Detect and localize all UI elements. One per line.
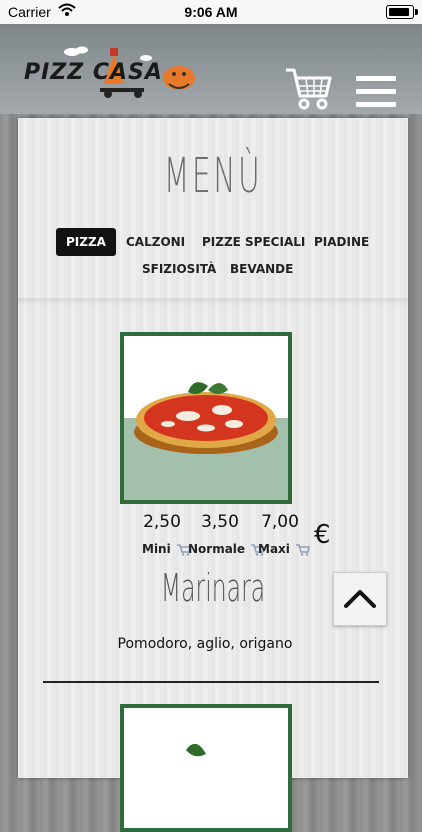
price-mini: 2,50 bbox=[143, 512, 181, 532]
battery-icon bbox=[386, 5, 418, 19]
price-maxi: 7,00 bbox=[261, 512, 299, 532]
header: PIZZ CASA bbox=[0, 24, 422, 114]
tab-pizza[interactable]: PIZZA bbox=[56, 228, 116, 256]
status-time: 9:06 AM bbox=[184, 4, 238, 20]
logo[interactable]: PIZZ CASA bbox=[24, 44, 199, 106]
chevron-up-icon bbox=[344, 590, 376, 608]
tab-piadine[interactable]: PIADINE bbox=[304, 228, 379, 256]
product-name: Marinara bbox=[160, 566, 266, 610]
product-separator bbox=[43, 681, 379, 683]
tab-calzoni[interactable]: CALZONI bbox=[116, 228, 195, 256]
tab-pizze-speciali[interactable]: PIZZE SPECIALI bbox=[192, 228, 315, 256]
currency-symbol: € bbox=[314, 520, 331, 550]
size-normale-label: Normale bbox=[188, 542, 246, 556]
menu-title: MENÙ bbox=[163, 148, 263, 204]
hamburger-menu-icon[interactable] bbox=[356, 76, 396, 108]
cart-icon[interactable] bbox=[284, 66, 332, 114]
product-image[interactable] bbox=[120, 332, 292, 504]
size-maxi-label: Maxi bbox=[258, 542, 290, 556]
add-to-cart-icon[interactable] bbox=[296, 543, 311, 556]
tab-bevande[interactable]: BEVANDE bbox=[220, 255, 303, 283]
logo-text: PIZZ CASA bbox=[24, 60, 163, 85]
size-normale[interactable]: Normale bbox=[188, 542, 266, 556]
price-normale: 3,50 bbox=[201, 512, 239, 532]
tab-sfiziosita[interactable]: SFIZIOSITÀ bbox=[132, 255, 226, 283]
menu-panel: MENÙ PIZZA CALZONI PIZZE SPECIALI PIADIN… bbox=[18, 118, 408, 832]
product-description: Pomodoro, aglio, origano bbox=[117, 636, 293, 652]
scroll-to-top-button[interactable] bbox=[333, 572, 387, 626]
next-product-image[interactable] bbox=[120, 704, 292, 832]
tab-divider bbox=[18, 298, 408, 306]
size-maxi[interactable]: Maxi bbox=[258, 542, 311, 556]
size-mini[interactable]: Mini bbox=[142, 542, 191, 556]
status-bar: Carrier 9:06 AM bbox=[0, 0, 422, 24]
size-mini-label: Mini bbox=[142, 542, 171, 556]
